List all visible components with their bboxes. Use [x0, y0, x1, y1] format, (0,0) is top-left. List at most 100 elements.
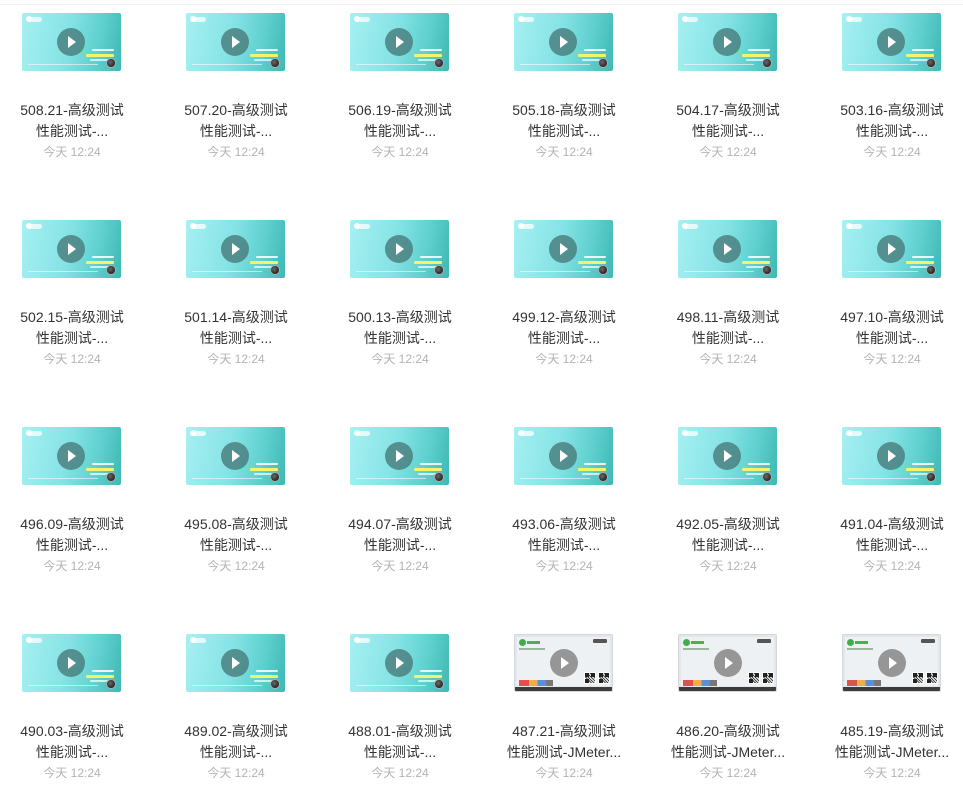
file-name-line-2: 性能测试-...	[363, 537, 437, 553]
file-tile[interactable]: 494.07-高级测试 性能测试-... 今天 12:24	[330, 427, 470, 577]
file-tile[interactable]: 502.15-高级测试 性能测试-... 今天 12:24	[2, 220, 142, 370]
course-cover-thumbnail[interactable]	[350, 220, 449, 278]
promo-line	[92, 49, 114, 51]
cover-divider	[520, 64, 590, 65]
file-tile[interactable]: 498.11-高级测试 性能测试-... 今天 12:24	[658, 220, 798, 370]
file-tile[interactable]: 487.21-高级测试 性能测试-JMeter... 今天 12:24	[494, 634, 634, 784]
file-tile[interactable]: 492.05-高级测试 性能测试-... 今天 12:24	[658, 427, 798, 577]
promo-line	[742, 468, 770, 471]
screen-recording-thumbnail[interactable]	[514, 634, 613, 692]
preview-image	[519, 680, 553, 686]
course-cover-thumbnail[interactable]	[678, 427, 777, 485]
file-tile[interactable]: 488.01-高级测试 性能测试-... 今天 12:24	[330, 634, 470, 784]
promo-line	[420, 49, 442, 51]
green-logo-icon	[519, 639, 541, 646]
promo-line	[414, 468, 442, 471]
course-cover-thumbnail[interactable]	[678, 13, 777, 71]
taskbar-strip	[679, 687, 776, 691]
modified-time: 今天 12:24	[863, 766, 921, 780]
promo-line	[250, 468, 278, 471]
brand-logo-icon	[518, 430, 534, 436]
course-cover-thumbnail[interactable]	[22, 427, 121, 485]
course-cover-thumbnail[interactable]	[22, 13, 121, 71]
cover-divider	[192, 685, 262, 686]
file-tile[interactable]: 500.13-高级测试 性能测试-... 今天 12:24	[330, 220, 470, 370]
file-name-line-1: 489.02-高级测试	[184, 723, 288, 739]
qr-code-icon	[584, 672, 596, 684]
course-cover-thumbnail[interactable]	[842, 13, 941, 71]
course-cover-thumbnail[interactable]	[842, 427, 941, 485]
screen-recording-thumbnail[interactable]	[678, 634, 777, 692]
play-icon	[549, 28, 577, 56]
cover-divider	[356, 64, 426, 65]
file-tile[interactable]: 503.16-高级测试 性能测试-... 今天 12:24	[822, 13, 962, 163]
file-tile[interactable]: 496.09-高级测试 性能测试-... 今天 12:24	[2, 427, 142, 577]
modified-time: 今天 12:24	[371, 559, 429, 573]
cover-divider	[848, 478, 918, 479]
file-tile[interactable]: 491.04-高级测试 性能测试-... 今天 12:24	[822, 427, 962, 577]
promo-line	[748, 256, 770, 258]
course-cover-thumbnail[interactable]	[350, 634, 449, 692]
file-tile[interactable]: 489.02-高级测试 性能测试-... 今天 12:24	[166, 634, 306, 784]
file-name-line-2: 性能测试-...	[855, 537, 929, 553]
avatar-icon	[106, 679, 116, 689]
cover-divider	[28, 685, 98, 686]
file-tile[interactable]: 486.20-高级测试 性能测试-JMeter... 今天 12:24	[658, 634, 798, 784]
course-cover-thumbnail[interactable]	[514, 220, 613, 278]
file-name-line-1: 498.11-高级测试	[676, 309, 780, 325]
screen-recording-thumbnail[interactable]	[842, 634, 941, 692]
brand-logo-icon	[354, 430, 370, 436]
course-cover-thumbnail[interactable]	[22, 634, 121, 692]
brand-logo-icon	[26, 637, 42, 643]
promo-line	[92, 256, 114, 258]
course-cover-thumbnail[interactable]	[350, 427, 449, 485]
cover-divider	[684, 271, 754, 272]
avatar-icon	[270, 472, 280, 482]
qr-code-icon	[926, 672, 938, 684]
file-tile[interactable]: 495.08-高级测试 性能测试-... 今天 12:24	[166, 427, 306, 577]
course-cover-thumbnail[interactable]	[514, 427, 613, 485]
play-icon	[877, 28, 905, 56]
file-tile[interactable]: 508.21-高级测试 性能测试-... 今天 12:24	[2, 13, 142, 163]
course-cover-thumbnail[interactable]	[186, 634, 285, 692]
file-name-line-1: 487.21-高级测试	[512, 723, 616, 739]
promo-line	[912, 256, 934, 258]
file-name-line-2: 性能测试-...	[199, 330, 273, 346]
file-tile[interactable]: 497.10-高级测试 性能测试-... 今天 12:24	[822, 220, 962, 370]
course-cover-thumbnail[interactable]	[22, 220, 121, 278]
brand-logo-icon	[354, 637, 370, 643]
play-icon	[385, 649, 413, 677]
file-tile[interactable]: 499.12-高级测试 性能测试-... 今天 12:24	[494, 220, 634, 370]
course-cover-thumbnail[interactable]	[678, 220, 777, 278]
modified-time: 今天 12:24	[535, 352, 593, 366]
cover-divider	[192, 478, 262, 479]
modified-time: 今天 12:24	[371, 145, 429, 159]
promo-line	[906, 468, 934, 471]
slide-subtitle-line	[847, 648, 873, 650]
course-cover-thumbnail[interactable]	[842, 220, 941, 278]
file-tile[interactable]: 485.19-高级测试 性能测试-JMeter... 今天 12:24	[822, 634, 962, 784]
course-cover-thumbnail[interactable]	[186, 220, 285, 278]
course-cover-thumbnail[interactable]	[186, 427, 285, 485]
play-icon	[57, 649, 85, 677]
play-icon	[877, 442, 905, 470]
avatar-icon	[434, 265, 444, 275]
file-tile[interactable]: 506.19-高级测试 性能测试-... 今天 12:24	[330, 13, 470, 163]
promo-line	[578, 468, 606, 471]
file-tile[interactable]: 493.06-高级测试 性能测试-... 今天 12:24	[494, 427, 634, 577]
course-cover-thumbnail[interactable]	[350, 13, 449, 71]
promo-line	[420, 463, 442, 465]
file-tile[interactable]: 501.14-高级测试 性能测试-... 今天 12:24	[166, 220, 306, 370]
file-name-line-1: 506.19-高级测试	[348, 102, 452, 118]
file-tile[interactable]: 507.20-高级测试 性能测试-... 今天 12:24	[166, 13, 306, 163]
course-cover-thumbnail[interactable]	[514, 13, 613, 71]
promo-line	[256, 49, 278, 51]
file-tile[interactable]: 504.17-高级测试 性能测试-... 今天 12:24	[658, 13, 798, 163]
modified-time: 今天 12:24	[371, 766, 429, 780]
promo-line	[92, 670, 114, 672]
course-cover-thumbnail[interactable]	[186, 13, 285, 71]
file-tile[interactable]: 490.03-高级测试 性能测试-... 今天 12:24	[2, 634, 142, 784]
brand-logo-icon	[682, 223, 698, 229]
file-tile[interactable]: 505.18-高级测试 性能测试-... 今天 12:24	[494, 13, 634, 163]
promo-line	[748, 463, 770, 465]
